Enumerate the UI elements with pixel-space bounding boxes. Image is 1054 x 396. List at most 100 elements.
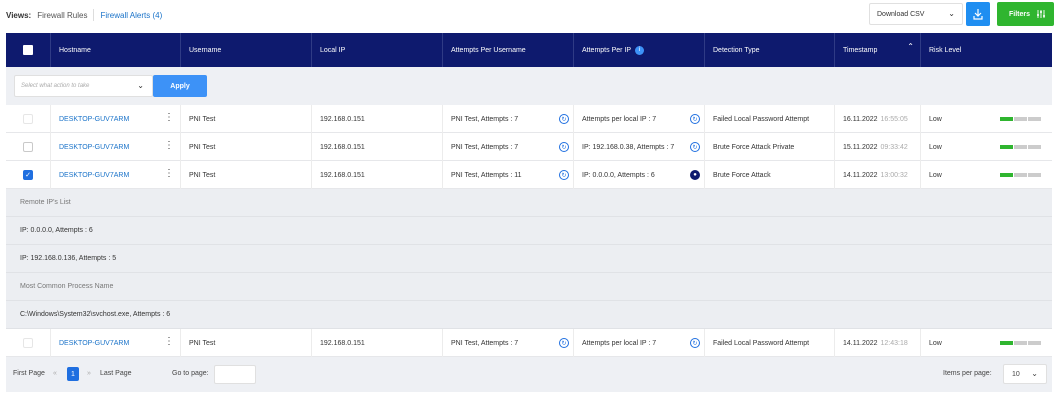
local-ip-cell: 192.168.0.151 [312, 161, 443, 189]
tab-firewall-rules[interactable]: Firewall Rules [37, 11, 87, 20]
apply-button[interactable]: Apply [153, 75, 207, 97]
next-page-icon[interactable]: » [87, 370, 91, 377]
attempts-user-cell: PNI Test, Attempts : 11 ↻ [443, 161, 574, 189]
first-page-link[interactable]: First Page [13, 370, 45, 377]
attempts-ip-value: Attempts per local IP : 7 [582, 115, 657, 123]
refresh-icon[interactable]: ↻ [559, 338, 569, 348]
hostname-link[interactable]: DESKTOP-GUV7ARM [59, 116, 129, 123]
timestamp-time: 16:55:05 [880, 115, 908, 123]
attempts-user-cell: PNI Test, Attempts : 7 ↻ [443, 329, 574, 357]
table-row[interactable]: DESKTOP-GUV7ARM ⋮ PNI Test 192.168.0.151… [6, 133, 1052, 161]
timestamp-time: 09:33:42 [880, 143, 908, 151]
table-row[interactable]: DESKTOP-GUV7ARM ⋮ PNI Test 192.168.0.151… [6, 105, 1052, 133]
pagination-bar: First Page « 1 » Last Page Go to page: I… [6, 357, 1052, 392]
row-menu-icon[interactable]: ⋮ [164, 337, 174, 347]
timestamp-time: 12:43:18 [880, 339, 908, 347]
views-label: Views: [6, 10, 32, 20]
select-all-checkbox[interactable] [23, 45, 33, 55]
top-bar: Views: Firewall Rules Firewall Alerts (4… [0, 0, 1054, 28]
column-header-timestamp[interactable]: Timestamp [843, 47, 877, 54]
column-header-attempts-per-ip[interactable]: Attempts Per IP [582, 47, 631, 54]
row-menu-icon[interactable]: ⋮ [164, 169, 174, 179]
hostname-link[interactable]: DESKTOP-GUV7ARM [59, 340, 129, 347]
refresh-icon[interactable]: ↻ [690, 338, 700, 348]
prev-page-icon[interactable]: « [53, 370, 57, 377]
views-divider [93, 9, 95, 21]
refresh-icon[interactable]: ↻ [559, 114, 569, 124]
chevron-down-icon: ⌄ [137, 81, 144, 90]
remote-ip-item: IP: 192.168.0.136, Attempts : 5 [6, 245, 1052, 273]
sliders-icon [1037, 10, 1046, 18]
info-icon[interactable]: i [635, 45, 645, 55]
attempts-ip-value: Attempts per local IP : 7 [582, 339, 657, 347]
timestamp-time: 13:00:32 [880, 171, 908, 179]
column-header-detection-type[interactable]: Detection Type [705, 33, 835, 67]
sort-asc-icon[interactable]: ⌃ [907, 42, 914, 51]
bulk-action-bar: Select what action to take ⌄ Apply [6, 67, 1052, 105]
hostname-cell: DESKTOP-GUV7ARM [51, 105, 181, 133]
timestamp-date: 16.11.2022 [843, 115, 878, 123]
detection-type-cell: Brute Force Attack [705, 161, 835, 189]
row-select-cell [6, 105, 51, 133]
views-nav: Views: Firewall Rules Firewall Alerts (4… [6, 9, 162, 21]
remote-ips-heading: Remote IP's List [6, 189, 1052, 217]
filters-button[interactable]: Filters [997, 2, 1054, 26]
risk-meter [1000, 173, 1042, 177]
username-cell: PNI Test [181, 329, 312, 357]
attempts-user-value: PNI Test, Attempts : 7 [451, 339, 519, 347]
refresh-icon[interactable]: ↻ [559, 170, 569, 180]
bulk-action-select[interactable]: Select what action to take ⌄ [14, 75, 153, 97]
attempts-user-cell: PNI Test, Attempts : 7 ↻ [443, 105, 574, 133]
download-button[interactable] [966, 2, 990, 26]
risk-level-label: Low [929, 171, 942, 179]
attempts-ip-cell: Attempts per local IP : 7 ↻ [574, 329, 705, 357]
local-ip-cell: 192.168.0.151 [312, 329, 443, 357]
goto-page-input[interactable] [214, 365, 256, 384]
hostname-cell: DESKTOP-GUV7ARM [51, 133, 181, 161]
risk-meter [1000, 117, 1042, 121]
page-number-current[interactable]: 1 [67, 367, 79, 381]
timestamp-cell: 15.11.2022 09:33:42 [835, 133, 921, 161]
table-row[interactable]: ✓ DESKTOP-GUV7ARM ⋮ PNI Test 192.168.0.1… [6, 161, 1052, 189]
username-cell: PNI Test [181, 133, 312, 161]
tab-firewall-alerts[interactable]: Firewall Alerts (4) [100, 11, 162, 20]
table-header: Hostname Username Local IP Attempts Per … [6, 33, 1052, 67]
column-header-local-ip[interactable]: Local IP [312, 33, 443, 67]
refresh-icon[interactable]: ↻ [690, 114, 700, 124]
items-per-page-select[interactable]: 10 ⌄ [1003, 364, 1047, 384]
refresh-icon[interactable]: ↻ [559, 142, 569, 152]
download-format-select[interactable]: Download CSV ⌄ [869, 3, 963, 25]
username-cell: PNI Test [181, 105, 312, 133]
column-header-attempts-per-ip-cell: Attempts Per IP i [574, 33, 705, 67]
row-checkbox[interactable] [23, 338, 33, 348]
attempts-ip-value: IP: 0.0.0.0, Attempts : 6 [582, 171, 655, 179]
row-menu-icon[interactable]: ⋮ [164, 113, 174, 123]
column-header-username[interactable]: Username [181, 33, 312, 67]
column-header-hostname[interactable]: Hostname [51, 33, 181, 67]
row-checkbox[interactable] [23, 114, 33, 124]
table-row[interactable]: DESKTOP-GUV7ARM ⋮ PNI Test 192.168.0.151… [6, 329, 1052, 357]
attempts-ip-cell: IP: 0.0.0.0, Attempts : 6 ● [574, 161, 705, 189]
items-per-page-value: 10 [1012, 370, 1020, 378]
row-select-cell: ✓ [6, 161, 51, 189]
column-header-attempts-per-username[interactable]: Attempts Per Username [443, 33, 574, 67]
timestamp-date: 14.11.2022 [843, 171, 878, 179]
hostname-link[interactable]: DESKTOP-GUV7ARM [59, 144, 129, 151]
last-page-link[interactable]: Last Page [100, 370, 132, 377]
chevron-down-icon: ⌄ [1031, 369, 1038, 378]
download-format-value: Download CSV [877, 10, 925, 18]
attempts-user-value: PNI Test, Attempts : 7 [451, 143, 519, 151]
risk-meter [1000, 341, 1042, 345]
expand-details-icon[interactable]: ● [690, 170, 700, 180]
attempts-user-value: PNI Test, Attempts : 11 [451, 171, 522, 179]
row-menu-icon[interactable]: ⋮ [164, 141, 174, 151]
column-header-risk-level[interactable]: Risk Level [921, 33, 1052, 67]
timestamp-date: 15.11.2022 [843, 143, 878, 151]
row-select-cell [6, 133, 51, 161]
row-checkbox[interactable]: ✓ [23, 170, 33, 180]
refresh-icon[interactable]: ↻ [690, 142, 700, 152]
row-checkbox[interactable] [23, 142, 33, 152]
hostname-link[interactable]: DESKTOP-GUV7ARM [59, 172, 129, 179]
column-header-timestamp-cell: Timestamp ⌃ [835, 33, 921, 67]
process-item: C:\Windows\System32\svchost.exe, Attempt… [6, 301, 1052, 329]
